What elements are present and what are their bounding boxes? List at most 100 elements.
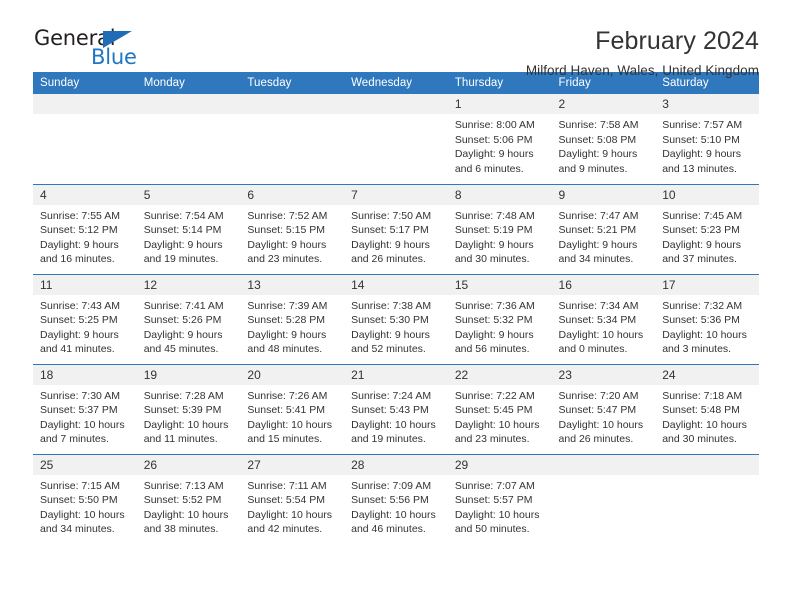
weekday-header-wednesday: Wednesday — [344, 72, 448, 94]
page-title: February 2024 — [595, 27, 759, 55]
day-detail-line: Sunset: 5:12 PM — [40, 224, 118, 237]
day-number: 9 — [551, 184, 656, 205]
day-number: 13 — [240, 274, 345, 295]
day-detail-line: Daylight: 10 hours — [558, 418, 644, 431]
day-details: Sunrise: 7:32 AM Sunset: 5:36 PM Daylight:… — [655, 295, 759, 357]
day-detail-line: Daylight: 9 hours — [351, 238, 430, 251]
day-details: Sunrise: 7:24 AM Sunset: 5:43 PM Daylight:… — [344, 385, 448, 447]
day-detail-line: Sunrise: 7:36 AM — [454, 299, 535, 312]
day-detail-line: Daylight: 9 hours — [247, 328, 327, 341]
calendar-day-cell[interactable]: 19 Sunrise: 7:28 AM Sunset: 5:39 PM Dayligh… — [136, 363, 241, 454]
calendar-day-cell[interactable]: 26 Sunrise: 7:13 AM Sunset: 5:52 PM Dayligh… — [136, 453, 241, 544]
day-details — [552, 475, 656, 479]
calendar-day-cell[interactable]: 1 Sunrise: 8:00 AM Sunset: 5:06 PM Daylight… — [447, 94, 552, 184]
day-details: Sunrise: 7:13 AM Sunset: 5:52 PM Daylight:… — [137, 475, 241, 537]
day-detail-line: Sunset: 5:56 PM — [351, 494, 429, 507]
day-number: 23 — [551, 364, 656, 385]
day-detail-line: and 23 minutes. — [247, 253, 323, 266]
day-details: Sunrise: 7:52 AM Sunset: 5:15 PM Daylight:… — [240, 205, 344, 267]
day-details: Sunrise: 7:11 AM Sunset: 5:54 PM Daylight:… — [240, 475, 344, 537]
day-detail-line: and 45 minutes. — [143, 343, 219, 356]
day-detail-line: Sunrise: 8:00 AM — [454, 119, 535, 131]
day-detail-line: Sunrise: 7:55 AM — [40, 209, 120, 222]
day-number: 1 — [447, 94, 552, 114]
calendar-day-cell[interactable]: 11 Sunrise: 7:43 AM Sunset: 5:25 PM Dayligh… — [33, 273, 137, 364]
day-detail-line: Daylight: 9 hours — [662, 238, 742, 251]
day-detail-line: and 48 minutes. — [247, 343, 323, 356]
day-detail-line: Sunset: 5:28 PM — [247, 314, 326, 327]
day-number: 22 — [447, 364, 552, 385]
day-number — [33, 94, 137, 114]
day-details: Sunrise: 8:00 AM Sunset: 5:06 PM Daylight:… — [448, 114, 552, 176]
day-details: Sunrise: 7:38 AM Sunset: 5:30 PM Daylight:… — [344, 295, 448, 357]
day-detail-line: Sunrise: 7:11 AM — [247, 479, 327, 492]
day-details — [240, 114, 344, 118]
day-detail-line: Sunrise: 7:58 AM — [558, 119, 639, 131]
calendar-day-cell[interactable]: 15 Sunrise: 7:36 AM Sunset: 5:32 PM Dayligh… — [447, 273, 552, 364]
calendar-day-cell[interactable]: 21 Sunrise: 7:24 AM Sunset: 5:43 PM Dayligh… — [344, 363, 448, 454]
calendar-day-cell[interactable]: 17 Sunrise: 7:32 AM Sunset: 5:36 PM Dayligh… — [655, 273, 759, 364]
day-detail-line: Sunset: 5:15 PM — [247, 224, 326, 237]
calendar-day-cell[interactable]: 16 Sunrise: 7:34 AM Sunset: 5:34 PM Dayligh… — [551, 273, 656, 364]
calendar-day-cell[interactable]: 14 Sunrise: 7:38 AM Sunset: 5:30 PM Dayligh… — [344, 273, 448, 364]
calendar-day-cell[interactable]: 2 Sunrise: 7:58 AM Sunset: 5:08 PM Daylight… — [551, 94, 656, 184]
calendar-day-cell[interactable]: 6 Sunrise: 7:52 AM Sunset: 5:15 PM Daylight… — [240, 183, 345, 274]
day-detail-line: Daylight: 9 hours — [247, 238, 327, 251]
day-details: Sunrise: 7:39 AM Sunset: 5:28 PM Daylight:… — [240, 295, 344, 357]
day-detail-line: Sunset: 5:52 PM — [143, 494, 222, 507]
calendar-week-row: 25 Sunrise: 7:15 AM Sunset: 5:50 PM Dayligh… — [33, 453, 759, 544]
day-detail-line: Sunrise: 7:09 AM — [351, 479, 432, 492]
calendar-day-cell[interactable]: 10 Sunrise: 7:45 AM Sunset: 5:23 PM Dayligh… — [655, 183, 759, 274]
day-number: 12 — [136, 274, 241, 295]
day-number — [344, 94, 448, 114]
title-block: February 2024 Milford Haven, Wales, Unit… — [525, 27, 759, 79]
calendar-day-cell[interactable]: 29 Sunrise: 7:07 AM Sunset: 5:57 PM Dayligh… — [447, 453, 552, 544]
calendar-day-cell-empty — [655, 453, 759, 544]
day-detail-line: Daylight: 10 hours — [143, 418, 229, 431]
day-details: Sunrise: 7:34 AM Sunset: 5:34 PM Daylight:… — [552, 295, 656, 357]
day-detail-line: Sunrise: 7:22 AM — [454, 389, 535, 402]
day-details: Sunrise: 7:58 AM Sunset: 5:08 PM Daylight:… — [552, 114, 656, 176]
calendar-day-cell[interactable]: 18 Sunrise: 7:30 AM Sunset: 5:37 PM Dayligh… — [33, 363, 137, 454]
day-detail-line: Sunrise: 7:32 AM — [662, 299, 743, 312]
calendar-day-cell[interactable]: 3 Sunrise: 7:57 AM Sunset: 5:10 PM Daylight… — [655, 94, 759, 184]
day-details: Sunrise: 7:57 AM Sunset: 5:10 PM Daylight:… — [655, 114, 759, 176]
day-detail-line: and 26 minutes. — [351, 253, 426, 266]
day-number: 15 — [447, 274, 552, 295]
day-detail-line: Sunset: 5:50 PM — [40, 494, 118, 507]
day-detail-line: and 46 minutes. — [351, 523, 426, 536]
day-detail-line: and 52 minutes. — [351, 343, 426, 356]
day-detail-line: Sunset: 5:54 PM — [247, 494, 326, 507]
day-detail-line: Sunrise: 7:15 AM — [40, 479, 120, 492]
day-details: Sunrise: 7:20 AM Sunset: 5:47 PM Daylight:… — [552, 385, 656, 447]
day-detail-line: and 19 minutes. — [143, 253, 219, 266]
calendar-day-cell[interactable]: 22 Sunrise: 7:22 AM Sunset: 5:45 PM Dayligh… — [447, 363, 552, 454]
calendar-day-cell[interactable]: 4 Sunrise: 7:55 AM Sunset: 5:12 PM Daylight… — [33, 183, 137, 274]
calendar-day-cell[interactable]: 8 Sunrise: 7:48 AM Sunset: 5:19 PM Daylight… — [447, 183, 552, 274]
calendar-day-cell[interactable]: 5 Sunrise: 7:54 AM Sunset: 5:14 PM Daylight… — [136, 183, 241, 274]
calendar-day-cell[interactable]: 9 Sunrise: 7:47 AM Sunset: 5:21 PM Daylight… — [551, 183, 656, 274]
calendar-day-cell[interactable]: 12 Sunrise: 7:41 AM Sunset: 5:26 PM Dayligh… — [136, 273, 241, 364]
day-number: 3 — [655, 94, 759, 114]
day-details: Sunrise: 7:09 AM Sunset: 5:56 PM Daylight:… — [344, 475, 448, 537]
day-detail-line: and 3 minutes. — [662, 343, 732, 356]
calendar-day-cell[interactable]: 13 Sunrise: 7:39 AM Sunset: 5:28 PM Dayligh… — [240, 273, 345, 364]
calendar-day-cell[interactable]: 25 Sunrise: 7:15 AM Sunset: 5:50 PM Dayligh… — [33, 453, 137, 544]
calendar-day-cell-empty — [136, 94, 241, 184]
day-detail-line: Daylight: 9 hours — [40, 328, 119, 341]
generalblue-logo[interactable]: General Blue — [33, 28, 233, 76]
calendar-day-cell[interactable]: 27 Sunrise: 7:11 AM Sunset: 5:54 PM Dayligh… — [240, 453, 345, 544]
calendar-day-cell[interactable]: 7 Sunrise: 7:50 AM Sunset: 5:17 PM Daylight… — [344, 183, 448, 274]
page-subtitle: Milford Haven, Wales, United Kingdom — [525, 63, 759, 79]
day-detail-line: Sunrise: 7:39 AM — [247, 299, 328, 312]
calendar-day-cell[interactable]: 28 Sunrise: 7:09 AM Sunset: 5:56 PM Dayligh… — [344, 453, 448, 544]
day-detail-line: Daylight: 10 hours — [247, 418, 333, 431]
calendar-day-cell-empty — [551, 453, 656, 544]
day-detail-line: Sunset: 5:34 PM — [558, 314, 637, 327]
calendar-day-cell[interactable]: 23 Sunrise: 7:20 AM Sunset: 5:47 PM Dayligh… — [551, 363, 656, 454]
day-detail-line: Sunset: 5:39 PM — [143, 404, 222, 417]
calendar-day-cell[interactable]: 20 Sunrise: 7:26 AM Sunset: 5:41 PM Dayligh… — [240, 363, 345, 454]
weekday-header-tuesday: Tuesday — [240, 72, 345, 94]
calendar-day-cell[interactable]: 24 Sunrise: 7:18 AM Sunset: 5:48 PM Dayligh… — [655, 363, 759, 454]
day-detail-line: Sunset: 5:19 PM — [454, 224, 533, 237]
